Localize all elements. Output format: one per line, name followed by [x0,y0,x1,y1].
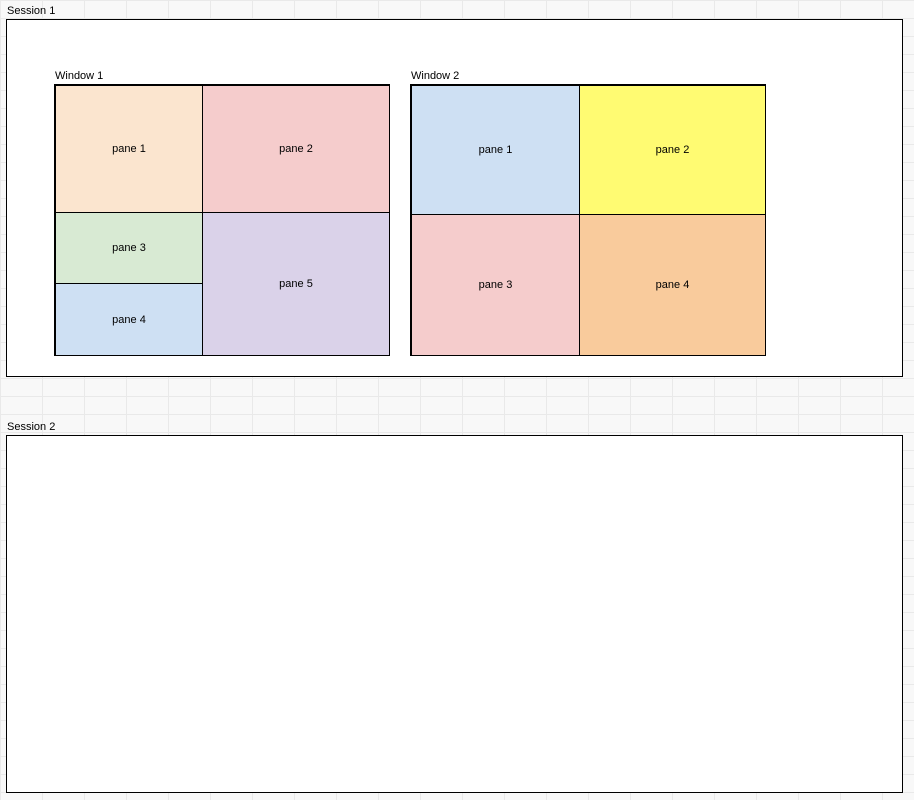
pane-label: pane 4 [656,279,690,291]
w1-pane-1: pane 1 [55,85,203,213]
pane-label: pane 2 [279,143,313,155]
w1-pane-3: pane 3 [55,212,203,284]
window-2-label: Window 2 [411,70,459,82]
w1-pane-5: pane 5 [202,212,390,356]
w2-pane-2: pane 2 [579,85,766,215]
w1-pane-2: pane 2 [202,85,390,213]
window-1: Window 1 pane 1 pane 2 pane 3 pane 4 pan… [54,84,390,356]
w1-pane-4: pane 4 [55,283,203,356]
pane-label: pane 1 [479,144,513,156]
w2-pane-3: pane 3 [411,214,580,356]
pane-label: pane 2 [656,144,690,156]
session-2: Session 2 [6,435,903,793]
pane-label: pane 3 [112,242,146,254]
session-1-label: Session 1 [7,5,55,17]
pane-label: pane 5 [279,278,313,290]
window-2: Window 2 pane 1 pane 2 pane 3 pane 4 [410,84,766,356]
w2-pane-1: pane 1 [411,85,580,215]
session-2-label: Session 2 [7,421,55,433]
w2-pane-4: pane 4 [579,214,766,356]
session-1: Session 1 Window 1 pane 1 pane 2 pane 3 … [6,19,903,377]
pane-label: pane 1 [112,143,146,155]
window-1-label: Window 1 [55,70,103,82]
pane-label: pane 4 [112,314,146,326]
pane-label: pane 3 [479,279,513,291]
